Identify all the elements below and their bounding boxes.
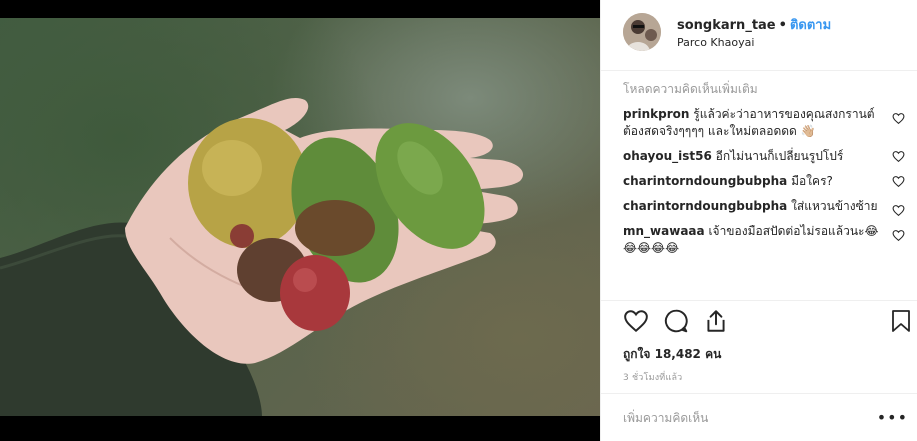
avatar[interactable] xyxy=(623,13,661,51)
add-comment-bar: เพิ่มความคิดเห็น ••• xyxy=(601,393,917,441)
post-sidebar: songkarn_tae • ติดตาม Parco Khaoyai โหลดคว… xyxy=(600,0,917,441)
username-link[interactable]: songkarn_tae xyxy=(677,18,776,33)
heart-icon[interactable] xyxy=(623,308,649,334)
post-photo xyxy=(0,18,600,416)
instagram-post: songkarn_tae • ติดตาม Parco Khaoyai โหลดคว… xyxy=(0,0,917,441)
separator-dot: • xyxy=(778,18,787,33)
share-icon[interactable] xyxy=(703,308,729,334)
comment-icon[interactable] xyxy=(663,308,689,334)
comment-username[interactable]: ohayou_ist56 xyxy=(623,149,712,163)
comment-item: charintorndoungbubpha ใส่แหวนข้างซ้าย xyxy=(623,198,905,217)
comment-like-icon[interactable] xyxy=(892,150,905,163)
post-media[interactable] xyxy=(0,0,600,441)
comment-text: อีกไม่นานก็เปลี่ยนรูปโปร์ xyxy=(715,149,844,163)
comment-item: prinkpron รู้แล้วค่ะว่าอาหารของคุณสงกราน… xyxy=(623,106,905,140)
comment-item: ohayou_ist56 อีกไม่นานก็เปลี่ยนรูปโปร์ xyxy=(623,148,905,165)
comment-like-icon[interactable] xyxy=(892,175,905,188)
comment-like-icon[interactable] xyxy=(892,112,905,125)
comment-item: mn_wawaaa เจ้าของมือสปัดต่อไม่รอแล้วนะ😂😂… xyxy=(623,223,905,257)
more-options-icon[interactable]: ••• xyxy=(877,408,908,427)
username-row: songkarn_tae • ติดตาม xyxy=(677,14,831,35)
actions-divider xyxy=(601,300,917,301)
likes-count[interactable]: ถูกใจ 18,482 คน xyxy=(623,345,721,364)
comments-list: โหลดความคิดเห็นเพิ่มเติม prinkpron รู้แล… xyxy=(623,80,905,265)
post-timestamp[interactable]: 3 ชั่วโมงที่แล้ว xyxy=(623,370,682,384)
comment-username[interactable]: charintorndoungbubpha xyxy=(623,199,787,213)
comment-username[interactable]: prinkpron xyxy=(623,107,689,121)
bookmark-icon[interactable] xyxy=(889,308,913,334)
comment-text: มือใคร? xyxy=(791,174,833,188)
comment-like-icon[interactable] xyxy=(892,229,905,242)
add-comment-input[interactable]: เพิ่มความคิดเห็น xyxy=(623,409,708,428)
post-header: songkarn_tae • ติดตาม Parco Khaoyai xyxy=(601,0,917,71)
comment-like-icon[interactable] xyxy=(892,204,905,217)
follow-button[interactable]: ติดตาม xyxy=(790,18,831,33)
comment-username[interactable]: charintorndoungbubpha xyxy=(623,174,787,188)
location-link[interactable]: Parco Khaoyai xyxy=(677,36,754,49)
comment-item: charintorndoungbubpha มือใคร? xyxy=(623,173,905,190)
comment-username[interactable]: mn_wawaaa xyxy=(623,224,705,238)
action-bar xyxy=(623,308,913,338)
load-more-comments-button[interactable]: โหลดความคิดเห็นเพิ่มเติม xyxy=(623,80,905,99)
comment-text: ใส่แหวนข้างซ้าย xyxy=(791,199,878,213)
